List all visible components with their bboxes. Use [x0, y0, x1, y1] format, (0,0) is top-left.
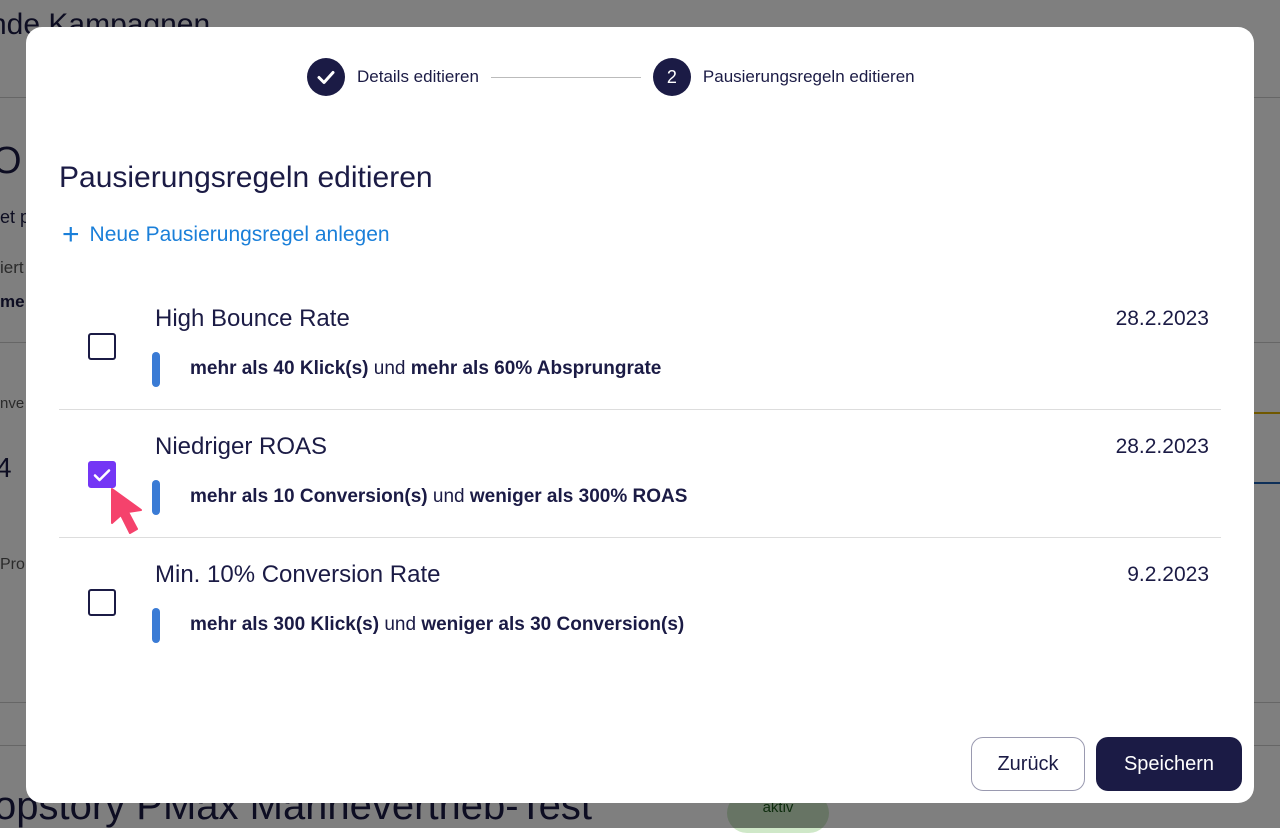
- condition-1: mehr als 40 Klick(s): [190, 358, 369, 379]
- condition-joiner: und: [432, 486, 465, 507]
- plus-icon: +: [62, 218, 80, 251]
- add-rule-label: Neue Pausierungsregel anlegen: [89, 223, 390, 246]
- rule-row: Niedriger ROAS 28.2.2023 mehr als 10 Con…: [59, 410, 1221, 538]
- condition-2: weniger als 30 Conversion(s): [421, 614, 685, 635]
- step-connector: [490, 76, 641, 78]
- rule-checkbox-checked[interactable]: [88, 461, 116, 488]
- step-2-number: 2: [652, 58, 691, 96]
- rule-name: Min. 10% Conversion Rate: [155, 561, 441, 588]
- rule-checkbox[interactable]: [88, 589, 116, 616]
- rule-row: Min. 10% Conversion Rate 9.2.2023 mehr a…: [59, 538, 1221, 666]
- step-1-label: Details editieren: [357, 67, 479, 86]
- condition-joiner: und: [373, 358, 406, 379]
- rule-row: High Bounce Rate 28.2.2023 mehr als 40 K…: [59, 282, 1221, 410]
- save-button[interactable]: Speichern: [1096, 737, 1242, 791]
- condition-1: mehr als 10 Conversion(s): [190, 486, 428, 507]
- condition-2: mehr als 60% Absprungrate: [410, 358, 662, 379]
- mouse-cursor-icon: [111, 488, 142, 534]
- check-icon: [93, 468, 111, 481]
- condition-joiner: und: [384, 614, 417, 635]
- edit-pause-rules-dialog: Details editieren 2 Pausierungsregeln ed…: [26, 27, 1254, 803]
- rule-indicator: [152, 608, 160, 643]
- rule-checkbox[interactable]: [88, 333, 116, 360]
- add-rule-link[interactable]: + Neue Pausierungsregel anlegen: [62, 220, 390, 250]
- rule-conditions: mehr als 40 Klick(s) und mehr als 60% Ab…: [190, 358, 661, 380]
- rule-indicator: [152, 480, 160, 515]
- rule-conditions: mehr als 300 Klick(s) und weniger als 30…: [190, 614, 684, 636]
- rule-date: 28.2.2023: [1115, 307, 1209, 330]
- condition-1: mehr als 300 Klick(s): [190, 614, 380, 635]
- step-1-done: [307, 58, 345, 96]
- rule-name: High Bounce Rate: [155, 305, 350, 332]
- rule-date: 28.2.2023: [1115, 435, 1209, 458]
- rule-date: 9.2.2023: [1127, 563, 1209, 586]
- dialog-title: Pausierungsregeln editieren: [59, 161, 433, 194]
- rule-indicator: [152, 352, 160, 387]
- stepper: Details editieren 2 Pausierungsregeln ed…: [307, 58, 915, 96]
- step-2-label: Pausierungsregeln editieren: [702, 67, 915, 86]
- rule-conditions: mehr als 10 Conversion(s) und weniger al…: [190, 486, 687, 508]
- condition-2: weniger als 300% ROAS: [469, 486, 688, 507]
- back-button[interactable]: Zurück: [971, 737, 1085, 791]
- check-icon: [317, 71, 335, 84]
- rule-name: Niedriger ROAS: [155, 433, 328, 460]
